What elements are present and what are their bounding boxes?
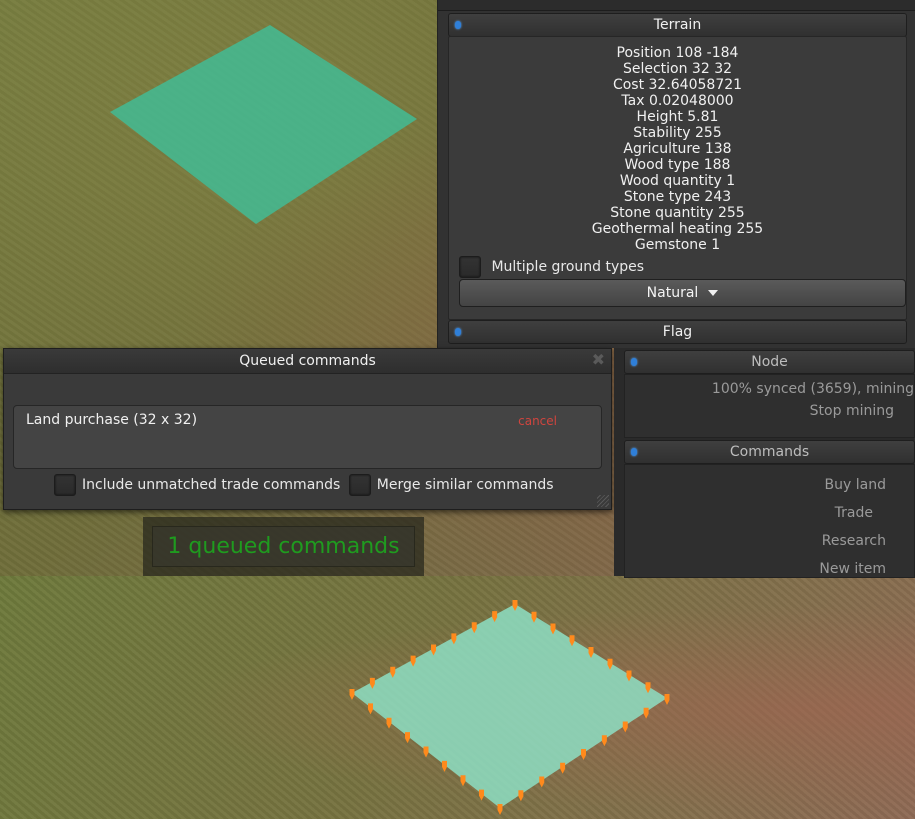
boundary-marker <box>497 804 503 815</box>
terrain-stat: Wood quantity 1 <box>619 173 736 189</box>
terrain-stat: Tax 0.02048000 <box>621 93 734 109</box>
terrain-stat: Stability 255 <box>633 125 722 141</box>
boundary-marker <box>664 694 670 705</box>
terrain-stat: Height 5.81 <box>636 109 719 125</box>
boundary-marker <box>460 775 466 787</box>
terrain-stat: Geothermal heating 255 <box>591 221 764 237</box>
terrain-header[interactable]: Terrain <box>448 13 907 37</box>
boundary-marker <box>386 717 392 729</box>
terrain-stat: Stone quantity 255 <box>610 205 745 221</box>
boundary-marker <box>560 762 566 774</box>
commands-list: Buy land Trade Research New item <box>624 464 915 578</box>
commands-title: Commands <box>729 444 810 460</box>
stop-mining-button[interactable]: Stop mining <box>810 403 894 419</box>
terrain-info: Position 108 -184 Selection 32 32 Cost 32.… <box>448 36 907 320</box>
collapse-dot-icon[interactable] <box>631 448 637 456</box>
merge-similar-option[interactable]: Merge similar commands <box>348 473 554 497</box>
merge-similar-checkbox[interactable] <box>348 474 371 496</box>
terrain-stat: Stone type 243 <box>623 189 732 205</box>
multiple-ground-types-row[interactable]: Multiple ground types <box>459 255 644 279</box>
ground-type-value: Natural <box>646 285 699 301</box>
boundary-marker <box>539 776 545 788</box>
queued-commands-window: Queued commands ✖ Land purchase (32 x 32… <box>3 348 612 510</box>
collapse-dot-icon[interactable] <box>455 328 461 336</box>
sync-status: 100% synced (3659), mining <box>711 381 914 397</box>
commands-header[interactable]: Commands <box>624 440 915 464</box>
node-header[interactable]: Node <box>624 350 915 374</box>
close-icon[interactable]: ✖ <box>592 351 605 369</box>
ground-type-dropdown[interactable]: Natural <box>459 279 906 307</box>
queued-counter-text: 1 queued commands <box>152 526 415 567</box>
include-unmatched-checkbox[interactable] <box>54 474 76 496</box>
terrain-stat: Selection 32 32 <box>622 61 733 77</box>
node-body: 100% synced (3659), mining Stop mining <box>624 374 915 438</box>
panel-top-strip <box>438 0 915 11</box>
buy-land-button[interactable]: Buy land <box>825 477 886 493</box>
new-item-button[interactable]: New item <box>819 561 886 577</box>
research-button[interactable]: Research <box>822 533 886 549</box>
boundary-marker <box>581 749 586 760</box>
terrain-stat: Cost 32.64058721 <box>612 77 743 93</box>
boundary-marker <box>405 732 410 744</box>
land-selection-tile[interactable] <box>110 25 417 224</box>
boundary-marker <box>423 746 429 758</box>
boundary-marker <box>643 707 649 719</box>
flag-title: Flag <box>662 324 693 340</box>
boundary-marker <box>442 760 447 772</box>
terrain-stat: Agriculture 138 <box>623 141 732 157</box>
queued-options: Include unmatched trade commands Merge s… <box>54 473 554 497</box>
collapse-dot-icon[interactable] <box>631 358 637 366</box>
node-commands-panel: Node 100% synced (3659), mining Stop min… <box>614 348 915 578</box>
boundary-marker <box>349 689 355 700</box>
flag-header[interactable]: Flag <box>448 320 907 344</box>
collapse-dot-icon[interactable] <box>455 21 461 29</box>
chevron-down-icon <box>708 290 719 296</box>
queued-commands-list: Land purchase (32 x 32) cancel <box>13 405 602 469</box>
terrain-panel: Terrain Position 108 -184 Selection 32 32… <box>437 0 915 348</box>
boundary-marker <box>622 721 628 733</box>
land-selection-tile-bottom[interactable] <box>352 604 667 808</box>
selection-overlay-bottom <box>349 600 670 815</box>
window-title: Queued commands <box>239 353 376 369</box>
boundary-marker <box>368 703 373 715</box>
terrain-view-bottom[interactable] <box>0 576 915 819</box>
cancel-link[interactable]: cancel <box>518 414 557 428</box>
include-unmatched-label: Include unmatched trade commands <box>82 477 341 493</box>
terrain-stat: Gemstone 1 <box>634 237 721 253</box>
trade-button[interactable]: Trade <box>835 505 873 521</box>
boundary-marker <box>479 789 484 801</box>
terrain-stats: Position 108 -184 Selection 32 32 Cost 32.… <box>449 45 906 253</box>
multiple-ground-types-label: Multiple ground types <box>491 259 645 275</box>
node-title: Node <box>751 354 788 370</box>
boundary-marker <box>601 735 607 747</box>
include-unmatched-option[interactable]: Include unmatched trade commands <box>54 473 340 497</box>
boundary-marker <box>518 790 524 802</box>
terrain-stat: Position 108 -184 <box>616 45 739 61</box>
queue-item-label: Land purchase (32 x 32) <box>26 412 198 428</box>
terrain-title: Terrain <box>653 17 702 33</box>
queued-counter: 1 queued commands <box>143 517 424 576</box>
multiple-ground-types-checkbox[interactable] <box>459 256 481 278</box>
merge-similar-label: Merge similar commands <box>376 477 554 493</box>
queued-commands-titlebar[interactable]: Queued commands ✖ <box>4 349 611 374</box>
terrain-stat: Wood type 188 <box>624 157 731 173</box>
resize-handle[interactable] <box>597 495 609 507</box>
